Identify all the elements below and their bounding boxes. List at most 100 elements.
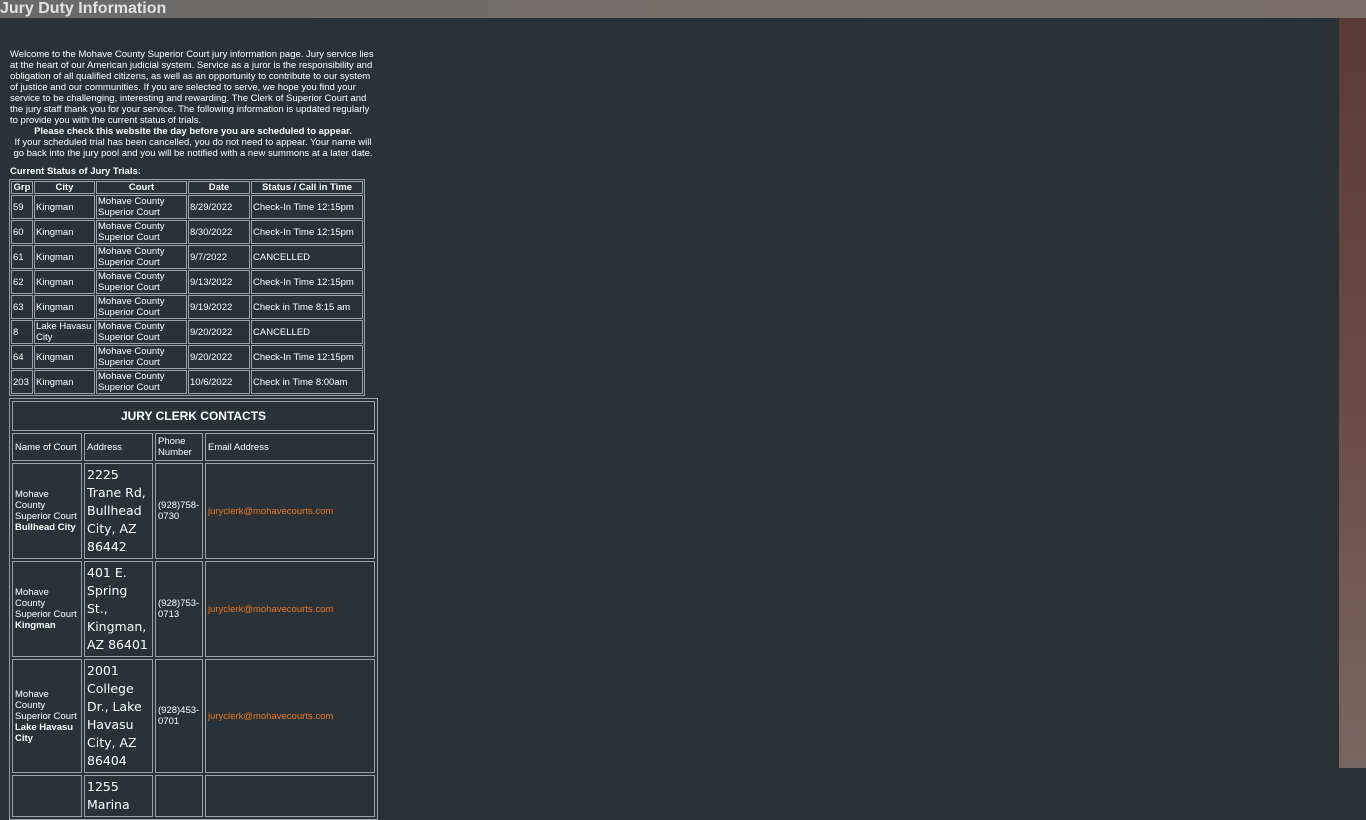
table-row: 62 Kingman Mohave County Superior Court … <box>11 270 363 294</box>
cell-court: Mohave County Superior Court <box>96 270 187 294</box>
cell-status: CANCELLED <box>251 320 363 344</box>
cell-city: Kingman <box>34 345 95 369</box>
main-content: Welcome to the Mohave County Superior Co… <box>9 49 378 820</box>
header-status: Status / Call in Time <box>251 181 363 194</box>
cell-grp: 64 <box>11 345 33 369</box>
notice-text: If your scheduled trial has been cancell… <box>13 137 373 159</box>
cell-status: Check-In Time 12:15pm <box>251 220 363 244</box>
page-title: Jury Duty Information <box>0 0 167 17</box>
right-decorative-strip <box>1339 18 1366 768</box>
cell-court: Mohave County Superior Court <box>96 320 187 344</box>
notice-bold: Please check this website the day before… <box>34 126 352 137</box>
cell-date: 9/13/2022 <box>188 270 250 294</box>
cell-court: Mohave County Superior Court <box>96 245 187 269</box>
cell-city: Lake Havasu City <box>34 320 95 344</box>
cell-court: Mohave County Superior Court <box>96 195 187 219</box>
cell-city: Kingman <box>34 245 95 269</box>
cell-city: Kingman <box>34 370 95 394</box>
header-date: Date <box>188 181 250 194</box>
cell-date: 9/7/2022 <box>188 245 250 269</box>
header-city: City <box>34 181 95 194</box>
cell-date: 9/20/2022 <box>188 345 250 369</box>
cell-date: 9/20/2022 <box>188 320 250 344</box>
cell-court: Mohave County Superior Court <box>96 295 187 319</box>
contact-address: 1255 Marina <box>84 775 153 817</box>
contacts-header-row: Name of Court Address Phone Number Email… <box>12 433 375 461</box>
header-court-name: Name of Court <box>12 433 82 461</box>
contacts-heading: JURY CLERK CONTACTS <box>12 401 375 431</box>
contact-court: Mohave County Superior Court Lake Havasu … <box>12 659 82 773</box>
trial-status-label: Current Status of Jury Trials: <box>10 166 141 177</box>
header-grp: Grp <box>11 181 33 194</box>
court-name: Mohave County Superior Court <box>15 688 77 722</box>
cell-grp: 63 <box>11 295 33 319</box>
notice: Please check this website the day before… <box>10 126 376 159</box>
contact-court: Mohave County Superior Court Bullhead Cit… <box>12 463 82 559</box>
title-bar: Jury Duty Information <box>0 0 1366 18</box>
jury-clerk-contacts-table: JURY CLERK CONTACTS Name of Court Addres… <box>9 398 378 820</box>
contact-court <box>12 775 82 817</box>
contact-phone: (928)753-0713 <box>155 561 203 657</box>
cell-grp: 8 <box>11 320 33 344</box>
contact-email-cell <box>205 775 375 817</box>
cell-status: Check in Time 8:15 am <box>251 295 363 319</box>
court-city: Bullhead City <box>15 522 76 533</box>
header-phone: Phone Number <box>155 433 203 461</box>
email-link[interactable]: juryclerk@mohavecourts.com <box>208 711 333 722</box>
cell-date: 10/6/2022 <box>188 370 250 394</box>
cell-city: Kingman <box>34 220 95 244</box>
contact-phone: (928)758-0730 <box>155 463 203 559</box>
table-row: 59 Kingman Mohave County Superior Court … <box>11 195 363 219</box>
table-row: 63 Kingman Mohave County Superior Court … <box>11 295 363 319</box>
cell-status: Check in Time 8:00am <box>251 370 363 394</box>
cell-grp: 62 <box>11 270 33 294</box>
court-name: Mohave County Superior Court <box>15 489 77 522</box>
contact-row: Mohave County Superior Court Bullhead Cit… <box>12 463 375 559</box>
contact-address: 2225 Trane Rd, Bullhead City, AZ 86442 <box>84 463 153 559</box>
jury-trials-table: Grp City Court Date Status / Call in Tim… <box>9 179 365 396</box>
contacts-heading-row: JURY CLERK CONTACTS <box>12 401 375 431</box>
intro-paragraph: Welcome to the Mohave County Superior Co… <box>10 49 374 126</box>
cell-status: Check-In Time 12:15pm <box>251 270 363 294</box>
contact-email-cell: juryclerk@mohavecourts.com <box>205 659 375 773</box>
email-link[interactable]: juryclerk@mohavecourts.com <box>208 506 333 517</box>
court-city: Lake Havasu City <box>15 721 74 744</box>
contact-address: 2001 College Dr., Lake Havasu City, AZ 8… <box>84 659 153 773</box>
cell-city: Kingman <box>34 295 95 319</box>
header-address: Address <box>84 433 153 461</box>
email-link[interactable]: juryclerk@mohavecourts.com <box>208 604 333 615</box>
cell-city: Kingman <box>34 270 95 294</box>
cell-court: Mohave County Superior Court <box>96 370 187 394</box>
contact-phone <box>155 775 203 817</box>
contact-row: 1255 Marina <box>12 775 375 817</box>
table-row: 60 Kingman Mohave County Superior Court … <box>11 220 363 244</box>
cell-court: Mohave County Superior Court <box>96 220 187 244</box>
trials-header-row: Grp City Court Date Status / Call in Tim… <box>11 181 363 194</box>
cell-date: 8/30/2022 <box>188 220 250 244</box>
contact-row: Mohave County Superior Court Kingman 401 … <box>12 561 375 657</box>
court-name: Mohave County Superior Court <box>15 587 77 620</box>
contact-row: Mohave County Superior Court Lake Havasu … <box>12 659 375 773</box>
cell-date: 9/19/2022 <box>188 295 250 319</box>
contact-court: Mohave County Superior Court Kingman <box>12 561 82 657</box>
contact-email-cell: juryclerk@mohavecourts.com <box>205 561 375 657</box>
cell-date: 8/29/2022 <box>188 195 250 219</box>
cell-city: Kingman <box>34 195 95 219</box>
cell-status: Check-In Time 12:15pm <box>251 195 363 219</box>
contact-address: 401 E. Spring St., Kingman, AZ 86401 <box>84 561 153 657</box>
header-email: Email Address <box>205 433 375 461</box>
court-city: Kingman <box>15 620 56 631</box>
table-row: 64 Kingman Mohave County Superior Court … <box>11 345 363 369</box>
table-row: 8 Lake Havasu City Mohave County Superio… <box>11 320 363 344</box>
contact-phone: (928)453-0701 <box>155 659 203 773</box>
table-row: 61 Kingman Mohave County Superior Court … <box>11 245 363 269</box>
cell-grp: 61 <box>11 245 33 269</box>
cell-grp: 59 <box>11 195 33 219</box>
cell-status: CANCELLED <box>251 245 363 269</box>
cell-grp: 60 <box>11 220 33 244</box>
cell-status: Check-In Time 12:15pm <box>251 345 363 369</box>
contact-email-cell: juryclerk@mohavecourts.com <box>205 463 375 559</box>
cell-court: Mohave County Superior Court <box>96 345 187 369</box>
header-court: Court <box>96 181 187 194</box>
table-row: 203 Kingman Mohave County Superior Court… <box>11 370 363 394</box>
